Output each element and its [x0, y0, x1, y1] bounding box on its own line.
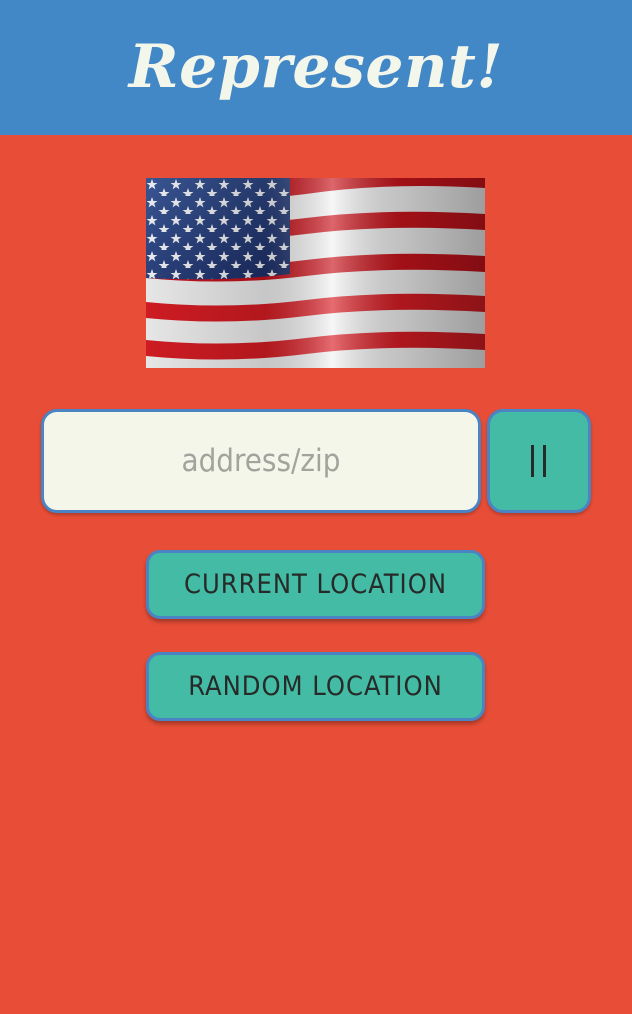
random-location-button[interactable]: RANDOM LOCATION	[146, 652, 485, 721]
search-go-button[interactable]	[487, 409, 591, 513]
app-title: Represent!	[128, 31, 504, 102]
current-location-button[interactable]: CURRENT LOCATION	[146, 550, 485, 619]
pause-bars-icon	[531, 445, 546, 477]
address-zip-input[interactable]	[41, 409, 481, 513]
us-flag-icon	[146, 178, 485, 368]
app-header: Represent!	[0, 0, 632, 135]
